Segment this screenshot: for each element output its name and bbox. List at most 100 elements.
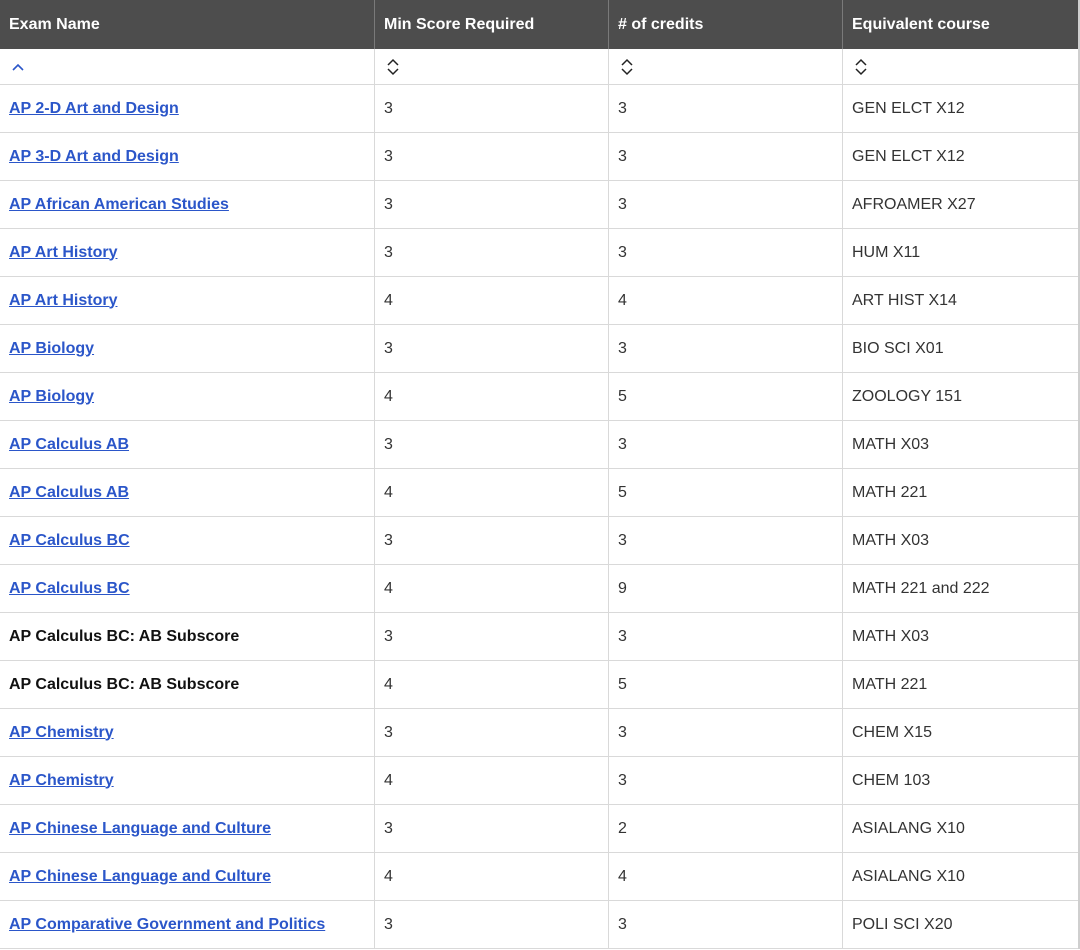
exam-name-link[interactable]: AP African American Studies: [9, 196, 229, 214]
cell-credits: 2: [609, 805, 843, 852]
exam-name-text: AP Calculus BC: AB Subscore: [9, 627, 240, 645]
cell-credits-value: 3: [618, 915, 627, 933]
table-header-row: Exam Name Min Score Required # of credit…: [0, 0, 1078, 49]
exam-name-text: AP Calculus BC: AB Subscore: [9, 675, 240, 693]
cell-equivalent-course: ART HIST X14: [843, 277, 1078, 324]
cell-credits-value: 3: [618, 99, 627, 117]
cell-min-score-value: 3: [384, 99, 393, 117]
exam-name-link[interactable]: AP Chinese Language and Culture: [9, 820, 271, 838]
cell-equivalent-course: CHEM 103: [843, 757, 1078, 804]
cell-credits-value: 3: [618, 531, 627, 549]
sort-updown-icon[interactable]: [853, 58, 869, 76]
sort-updown-icon[interactable]: [619, 58, 635, 76]
cell-min-score-value: 4: [384, 867, 393, 885]
exam-name-link[interactable]: AP Calculus AB: [9, 484, 129, 502]
cell-equivalent-course: MATH 221: [843, 661, 1078, 708]
cell-credits: 4: [609, 853, 843, 900]
cell-equivalent-course-value: POLI SCI X20: [852, 915, 953, 933]
exam-name-link[interactable]: AP Chemistry: [9, 772, 114, 790]
cell-exam-name: AP Calculus BC: [0, 517, 375, 564]
cell-credits: 3: [609, 613, 843, 660]
table-row: AP Art History 4 4 ART HIST X14: [0, 277, 1078, 325]
cell-credits-value: 5: [618, 675, 627, 693]
cell-equivalent-course-value: MATH X03: [852, 627, 930, 645]
cell-equivalent-course: ZOOLOGY 151: [843, 373, 1078, 420]
table-row: AP Calculus BC: AB Subscore 4 5 MATH 221: [0, 661, 1078, 709]
cell-exam-name: AP Biology: [0, 373, 375, 420]
cell-min-score: 3: [375, 181, 609, 228]
cell-credits-value: 9: [618, 579, 627, 597]
cell-min-score: 3: [375, 133, 609, 180]
exam-name-link[interactable]: AP 2-D Art and Design: [9, 100, 179, 118]
cell-credits-value: 3: [618, 339, 627, 357]
cell-equivalent-course-value: MATH 221: [852, 483, 928, 501]
cell-equivalent-course: POLI SCI X20: [843, 901, 1078, 948]
cell-credits: 4: [609, 277, 843, 324]
cell-min-score: 4: [375, 277, 609, 324]
table-row: AP Biology 3 3 BIO SCI X01: [0, 325, 1078, 373]
cell-equivalent-course-value: GEN ELCT X12: [852, 99, 965, 117]
cell-credits-value: 5: [618, 483, 627, 501]
table-row: AP Comparative Government and Politics 3 3…: [0, 901, 1078, 949]
cell-exam-name: AP Comparative Government and Politics: [0, 901, 375, 948]
cell-equivalent-course: MATH 221 and 222: [843, 565, 1078, 612]
exam-name-link[interactable]: AP Calculus BC: [9, 580, 130, 598]
cell-credits: 3: [609, 229, 843, 276]
cell-equivalent-course-value: MATH X03: [852, 435, 930, 453]
exam-name-link[interactable]: AP Calculus BC: [9, 532, 130, 550]
cell-credits: 3: [609, 901, 843, 948]
sort-updown-icon[interactable]: [385, 58, 401, 76]
exam-name-link[interactable]: AP Comparative Government and Politics: [9, 916, 325, 934]
table-row: AP Biology 4 5 ZOOLOGY 151: [0, 373, 1078, 421]
cell-equivalent-course-value: ASIALANG X10: [852, 819, 965, 837]
cell-credits: 3: [609, 421, 843, 468]
exam-name-link[interactable]: AP Art History: [9, 244, 117, 262]
exam-name-link[interactable]: AP Chemistry: [9, 724, 114, 742]
cell-exam-name: AP Calculus AB: [0, 469, 375, 516]
chevron-up-icon[interactable]: [10, 58, 26, 76]
cell-exam-name: AP Calculus BC: [0, 565, 375, 612]
table-row: AP Chinese Language and Culture 3 2 ASIALAN…: [0, 805, 1078, 853]
header-exam-name[interactable]: Exam Name: [0, 0, 375, 49]
exam-name-link[interactable]: AP Biology: [9, 388, 94, 406]
exam-name-link[interactable]: AP Calculus AB: [9, 436, 129, 454]
cell-credits-value: 3: [618, 147, 627, 165]
cell-credits: 3: [609, 517, 843, 564]
cell-equivalent-course: AFROAMER X27: [843, 181, 1078, 228]
cell-equivalent-course: MATH X03: [843, 517, 1078, 564]
header-min-score[interactable]: Min Score Required: [375, 0, 609, 49]
cell-credits: 9: [609, 565, 843, 612]
cell-min-score: 3: [375, 325, 609, 372]
header-equivalent-course[interactable]: Equivalent course: [843, 0, 1078, 49]
cell-min-score: 4: [375, 373, 609, 420]
exam-name-link[interactable]: AP Art History: [9, 292, 117, 310]
cell-exam-name: AP Art History: [0, 229, 375, 276]
cell-min-score: 3: [375, 517, 609, 564]
cell-equivalent-course-value: GEN ELCT X12: [852, 147, 965, 165]
cell-min-score-value: 3: [384, 195, 393, 213]
cell-min-score: 4: [375, 565, 609, 612]
cell-equivalent-course: CHEM X15: [843, 709, 1078, 756]
cell-min-score-value: 4: [384, 483, 393, 501]
cell-equivalent-course-value: MATH 221: [852, 675, 928, 693]
cell-equivalent-course-value: ART HIST X14: [852, 291, 957, 309]
cell-min-score-value: 4: [384, 675, 393, 693]
cell-exam-name: AP Calculus BC: AB Subscore: [0, 661, 375, 708]
sort-cell-credits: [609, 49, 843, 84]
cell-min-score-value: 3: [384, 531, 393, 549]
sort-controls-row: [0, 49, 1078, 85]
exam-name-link[interactable]: AP Chinese Language and Culture: [9, 868, 271, 886]
table-row: AP Calculus BC 4 9 MATH 221 and 222: [0, 565, 1078, 613]
cell-exam-name: AP Chemistry: [0, 757, 375, 804]
exam-name-link[interactable]: AP Biology: [9, 340, 94, 358]
header-credits[interactable]: # of credits: [609, 0, 843, 49]
exam-name-link[interactable]: AP 3-D Art and Design: [9, 148, 179, 166]
cell-credits-value: 4: [618, 867, 627, 885]
cell-min-score-value: 4: [384, 771, 393, 789]
cell-min-score: 3: [375, 613, 609, 660]
cell-equivalent-course-value: BIO SCI X01: [852, 339, 944, 357]
cell-exam-name: AP Biology: [0, 325, 375, 372]
cell-min-score-value: 3: [384, 339, 393, 357]
cell-min-score: 3: [375, 85, 609, 132]
cell-credits: 5: [609, 469, 843, 516]
